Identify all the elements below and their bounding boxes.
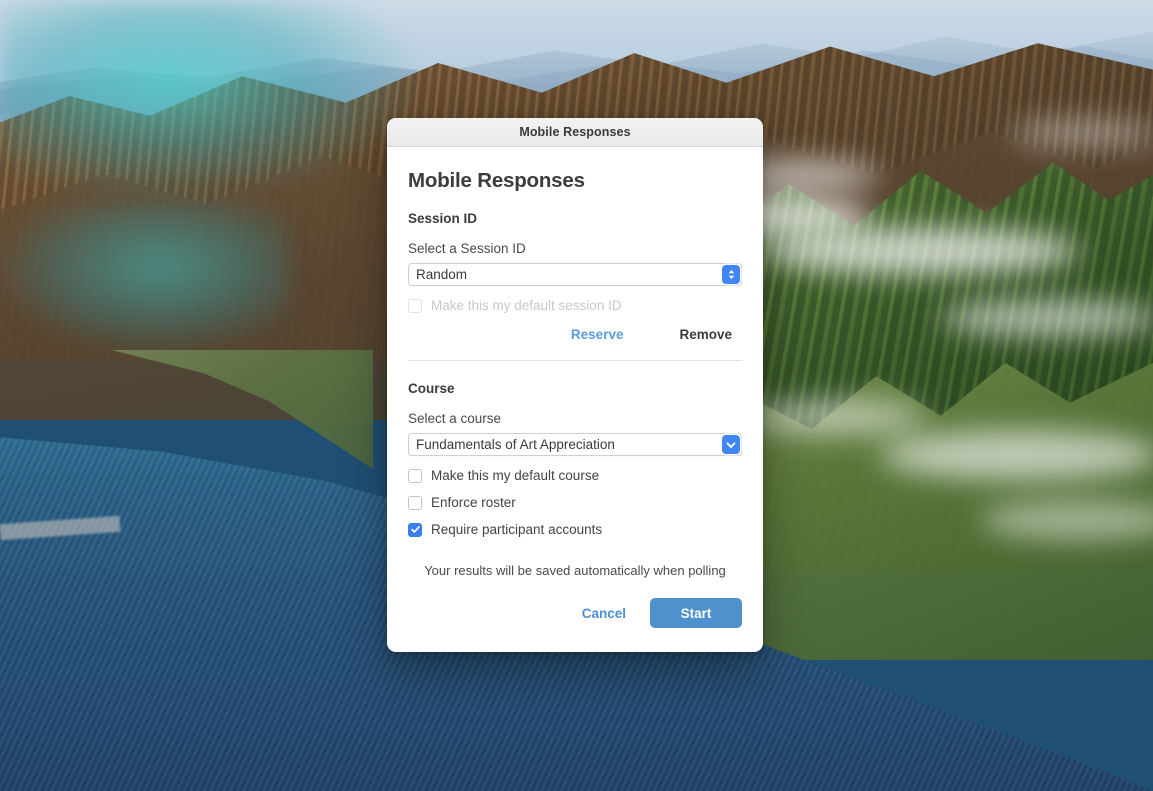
dialog-titlebar[interactable]: Mobile Responses — [387, 118, 763, 147]
default-course-checkbox[interactable] — [408, 468, 422, 483]
default-session-id-checkbox-row[interactable]: Make this my default session ID — [408, 298, 742, 313]
course-select[interactable]: Fundamentals of Art Appreciation — [408, 433, 742, 456]
enforce-roster-label: Enforce roster — [431, 495, 516, 510]
start-button[interactable]: Start — [650, 598, 742, 628]
wallpaper-fog — [880, 430, 1153, 480]
enforce-roster-checkbox-row[interactable]: Enforce roster — [408, 495, 742, 510]
session-id-select[interactable]: Random — [408, 263, 742, 286]
default-course-checkbox-row[interactable]: Make this my default course — [408, 468, 742, 483]
mobile-responses-dialog: Mobile Responses Mobile Responses Sessio… — [387, 118, 763, 652]
default-session-id-checkbox[interactable] — [408, 298, 422, 313]
dialog-footer: Cancel Start — [387, 578, 763, 652]
desktop-wallpaper: Mobile Responses Mobile Responses Sessio… — [0, 0, 1153, 791]
course-section-title: Course — [408, 381, 455, 396]
session-id-actions: Reserve Remove — [408, 327, 742, 342]
dialog-body: Mobile Responses Session ID Select a Ses… — [387, 147, 763, 578]
autosave-note: Your results will be saved automatically… — [424, 563, 726, 578]
require-accounts-checkbox-row[interactable]: Require participant accounts — [408, 522, 742, 537]
page-title: Mobile Responses — [408, 169, 585, 192]
titlebar-title: Mobile Responses — [519, 125, 631, 139]
wallpaper-shallow-water — [0, 200, 290, 350]
course-select-value: Fundamentals of Art Appreciation — [408, 433, 742, 456]
reserve-button[interactable]: Reserve — [571, 327, 624, 342]
enforce-roster-checkbox[interactable] — [408, 495, 422, 510]
require-accounts-label: Require participant accounts — [431, 522, 603, 537]
remove-button[interactable]: Remove — [679, 327, 732, 342]
wallpaper-fog — [760, 228, 1080, 274]
wallpaper-shallow-water — [0, 0, 420, 200]
require-accounts-checkbox[interactable] — [408, 522, 422, 537]
session-id-section-title: Session ID — [408, 211, 478, 226]
default-course-label: Make this my default course — [431, 468, 600, 483]
course-field-label: Select a course — [408, 411, 502, 426]
section-divider — [408, 360, 742, 361]
chevron-down-icon[interactable] — [722, 435, 740, 454]
cancel-button[interactable]: Cancel — [574, 600, 634, 627]
default-session-id-label: Make this my default session ID — [431, 298, 622, 313]
wallpaper-fog — [1010, 120, 1153, 146]
session-id-select-value: Random — [408, 263, 742, 286]
session-id-field-label: Select a Session ID — [408, 241, 526, 256]
chevron-up-down-icon[interactable] — [722, 265, 740, 284]
wallpaper-fog — [745, 400, 925, 434]
wallpaper-fog — [940, 300, 1153, 336]
